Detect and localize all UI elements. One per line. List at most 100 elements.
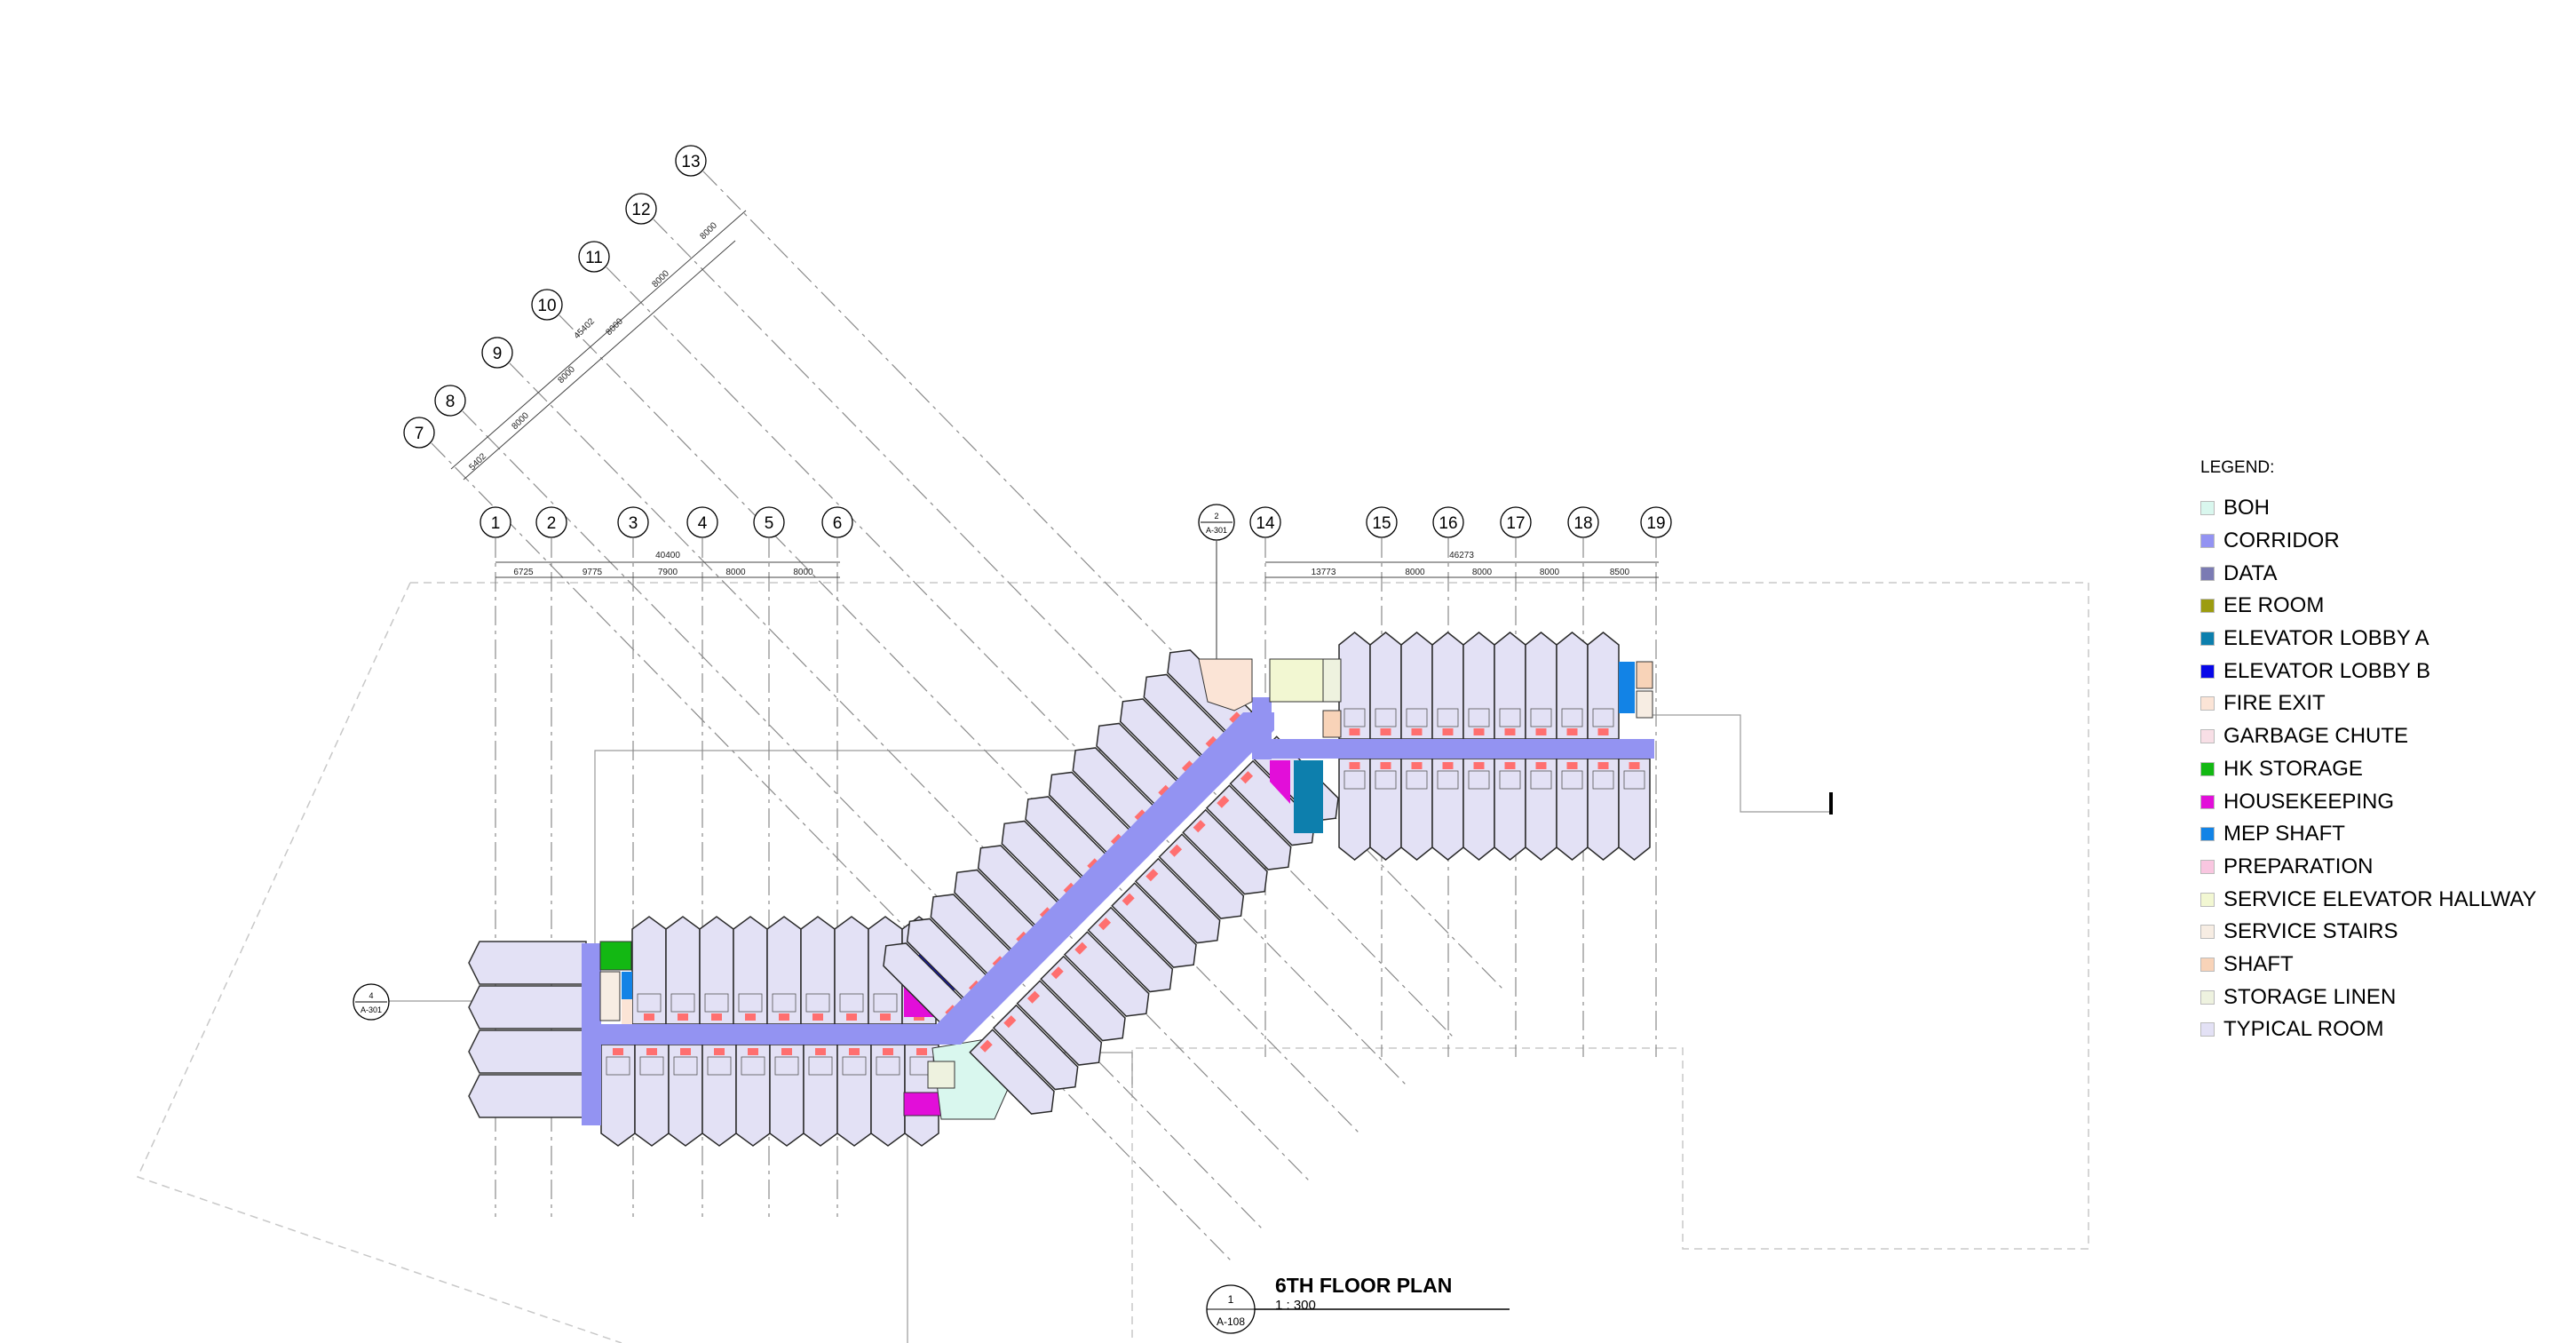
grid-bubble-left-label: 1 xyxy=(491,514,501,533)
legend-item: BOH xyxy=(2200,492,2564,525)
grid-bubble-right: 18 xyxy=(1567,506,1599,538)
legend-label: ELEVATOR LOBBY A xyxy=(2223,626,2429,651)
grid-bubble-diagonal: 12 xyxy=(625,193,657,225)
legend-label: SHAFT xyxy=(2223,951,2294,976)
legend-label: HK STORAGE xyxy=(2223,756,2363,781)
legend-swatch xyxy=(2200,957,2215,972)
legend-label: CORRIDOR xyxy=(2223,528,2340,553)
legend-title: LEGEND: xyxy=(2200,458,2275,477)
legend-item: MEP SHAFT xyxy=(2200,818,2564,851)
floor-plan-drawing: 404006725 9775 7900 8000 80004627313773 8000 8… xyxy=(136,145,2089,1343)
typical-room xyxy=(1462,632,1495,740)
dimension-label: 8000 xyxy=(1472,568,1493,577)
legend-label: SERVICE STAIRS xyxy=(2223,919,2398,944)
legend-item: SERVICE STAIRS xyxy=(2200,916,2564,949)
section-marker-4-number: 4 xyxy=(369,991,373,1000)
legend-label: DATA xyxy=(2223,560,2278,585)
grid-bubble-diagonal-label: 8 xyxy=(446,393,456,411)
legend-item: PREPARATION xyxy=(2200,851,2564,884)
dimension-label: 8000 xyxy=(1540,568,1560,577)
dimension-label: 8000 xyxy=(793,568,813,577)
legend-label: HOUSEKEEPING xyxy=(2223,789,2395,814)
typical-room xyxy=(1556,632,1589,740)
dimension-label: 8000 xyxy=(725,568,746,577)
corridor-east-link xyxy=(1252,697,1272,759)
legend-item: DATA xyxy=(2200,557,2564,590)
grid-bubble-right: 14 xyxy=(1249,506,1281,538)
east-wing-top-rooms xyxy=(1338,632,1620,740)
typical-room xyxy=(1587,758,1620,861)
typical-room xyxy=(1400,758,1433,861)
grid-bubble-left-label: 3 xyxy=(629,514,638,533)
grid-bubble-left-label: 5 xyxy=(765,514,774,533)
grid-bubble-diagonal: 7 xyxy=(403,417,435,449)
legend-item: STORAGE LINEN xyxy=(2200,981,2564,1013)
dimension-label: 7900 xyxy=(658,568,678,577)
legend-label: FIRE EXIT xyxy=(2223,691,2326,716)
grid-bubble-diagonal: 13 xyxy=(675,145,707,177)
legend-swatch xyxy=(2200,892,2215,907)
corridor-east xyxy=(1252,739,1654,759)
grid-bubble-right-label: 19 xyxy=(1646,514,1665,533)
legend-swatch xyxy=(2200,827,2215,842)
grid-bubble-right: 17 xyxy=(1500,506,1532,538)
service-core-south xyxy=(927,1061,955,1089)
legend-item: HK STORAGE xyxy=(2200,753,2564,786)
section-marker-4-sheet: A-301 xyxy=(361,1005,382,1014)
grid-bubble-diagonal-label: 13 xyxy=(681,153,700,171)
legend-label: ELEVATOR LOBBY B xyxy=(2223,658,2430,683)
legend-label: SERVICE ELEVATOR HALLWAY xyxy=(2223,886,2537,911)
grid-bubble-left: 3 xyxy=(617,506,649,538)
grid-bubble-right-label: 14 xyxy=(1256,514,1275,533)
grid-bubble-left: 4 xyxy=(686,506,718,538)
typical-room xyxy=(1587,632,1620,740)
legend-swatch xyxy=(2200,664,2215,679)
view-sheet: A-108 xyxy=(1217,1315,1245,1328)
typical-room xyxy=(1494,632,1526,740)
section-marker-4: 4 A-301 xyxy=(353,983,390,1021)
grid-bubble-left: 2 xyxy=(535,506,567,538)
legend-swatch xyxy=(2200,925,2215,940)
view-number: 1 xyxy=(1228,1293,1234,1306)
storage-linen xyxy=(1322,658,1342,703)
grid-bubble-right-label: 17 xyxy=(1506,514,1525,533)
grid-bubble-left: 6 xyxy=(821,506,853,538)
legend-swatch xyxy=(2200,761,2215,776)
dimension-label: 13773 xyxy=(1312,568,1336,577)
legend-item: GARBAGE CHUTE xyxy=(2200,720,2564,753)
legend-items: BOH CORRIDOR DATA EE ROOM ELEVATOR LOBBY A EL… xyxy=(2200,492,2564,1046)
legend-item: ELEVATOR LOBBY A xyxy=(2200,623,2564,656)
elevator-lobby-a xyxy=(1294,760,1323,833)
grid-bubbles: 1 2 3 4 5 6 14 15 16 17 18 1978910111213 xyxy=(403,145,1672,538)
corridor-west xyxy=(582,1024,955,1045)
grid-bubble-left: 1 xyxy=(480,506,511,538)
legend-swatch xyxy=(2200,1022,2215,1037)
legend-label: BOH xyxy=(2223,496,2271,521)
legend-swatch xyxy=(2200,794,2215,809)
legend-swatch xyxy=(2200,599,2215,614)
grid-bubble-diagonal-label: 7 xyxy=(415,425,424,443)
dimension-label: 8000 xyxy=(1405,568,1425,577)
dimension-label: 45402 xyxy=(573,316,598,341)
grid-bubble-left-label: 6 xyxy=(833,514,843,533)
legend-item: FIRE EXIT xyxy=(2200,687,2564,720)
grid-bubble-right: 19 xyxy=(1640,506,1672,538)
grid-bubble-diagonal-label: 10 xyxy=(537,297,556,315)
legend-swatch xyxy=(2200,729,2215,744)
dimension-label: 5402 xyxy=(467,451,488,473)
typical-room xyxy=(1556,758,1589,861)
dimension-label: 40400 xyxy=(655,551,680,560)
dimension-label: 8000 xyxy=(510,410,531,432)
typical-room xyxy=(1431,758,1464,861)
service-elevator-hallway xyxy=(1269,658,1324,703)
grid-bubble-diagonal: 10 xyxy=(531,289,563,321)
grid-bubble-left: 5 xyxy=(753,506,785,538)
grid-bubble-right: 16 xyxy=(1432,506,1464,538)
west-end-rooms xyxy=(468,941,587,1118)
shaft-east xyxy=(1322,710,1342,738)
dimension-label: 6725 xyxy=(513,568,534,577)
section-marker-2: 2 A-301 xyxy=(1198,504,1235,659)
legend-item: ELEVATOR LOBBY B xyxy=(2200,655,2564,687)
legend-item: CORRIDOR xyxy=(2200,525,2564,558)
service-stairs-east xyxy=(1636,690,1653,719)
